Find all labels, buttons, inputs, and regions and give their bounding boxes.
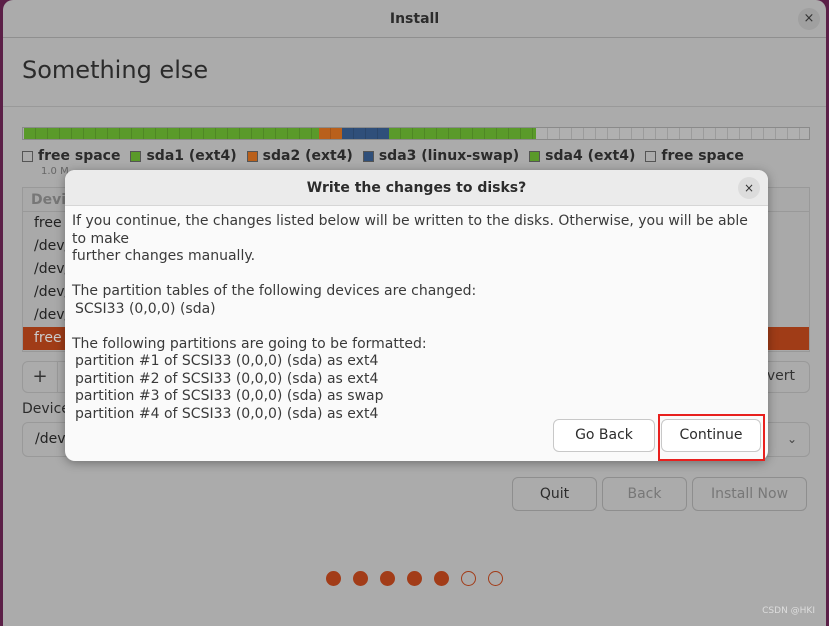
progress-dot bbox=[407, 571, 422, 586]
progress-dot bbox=[326, 571, 341, 586]
format-item: partition #1 of SCSI33 (0,0,0) (sda) as … bbox=[75, 353, 379, 369]
highlight-box bbox=[658, 414, 765, 461]
partition-segment bbox=[342, 128, 390, 139]
legend-label: sda3 (linux-swap) bbox=[378, 148, 520, 164]
legend-label: free space bbox=[38, 148, 121, 164]
progress-dot bbox=[461, 571, 476, 586]
legend-label: free space bbox=[661, 148, 744, 164]
legend-swatch bbox=[22, 150, 33, 162]
legend-item: free space bbox=[22, 148, 120, 164]
page-title: Something else bbox=[22, 56, 209, 84]
close-icon[interactable]: × bbox=[798, 8, 820, 30]
dialog-intro-cont: further changes manually. bbox=[72, 248, 256, 264]
progress-dot bbox=[353, 571, 368, 586]
legend-swatch bbox=[246, 150, 258, 162]
dialog-intro: If you continue, the changes listed belo… bbox=[72, 213, 748, 247]
progress-dot bbox=[380, 571, 395, 586]
quit-button[interactable]: Quit bbox=[512, 477, 597, 511]
legend-label: sda4 (ext4) bbox=[545, 148, 636, 164]
partition-segment bbox=[536, 128, 809, 139]
divider bbox=[3, 106, 826, 107]
back-button[interactable]: Back bbox=[602, 477, 687, 511]
progress-dot bbox=[488, 571, 503, 586]
partition-bar bbox=[22, 127, 810, 140]
legend-item: sda1 (ext4) bbox=[130, 148, 237, 164]
progress-dot bbox=[434, 571, 449, 586]
legend-item: sda3 (linux-swap) bbox=[362, 148, 520, 164]
partition-legend: free space sda1 (ext4) sda2 (ext4) sda3 (li… bbox=[22, 148, 744, 164]
install-now-button[interactable]: Install Now bbox=[692, 477, 807, 511]
format-item: partition #2 of SCSI33 (0,0,0) (sda) as … bbox=[75, 370, 379, 387]
legend-item: free space bbox=[645, 148, 744, 164]
table-item: SCSI33 (0,0,0) (sda) bbox=[75, 300, 216, 317]
legend-swatch bbox=[362, 150, 374, 162]
boot-device-label: Device bbox=[22, 401, 70, 417]
dialog-body: If you continue, the changes listed belo… bbox=[72, 213, 762, 423]
close-icon[interactable]: × bbox=[738, 177, 760, 199]
legend-swatch bbox=[645, 150, 657, 162]
legend-item: sda4 (ext4) bbox=[529, 148, 635, 164]
add-partition-button[interactable]: + bbox=[23, 362, 58, 392]
legend-label: sda2 (ext4) bbox=[262, 148, 353, 164]
partition-segment bbox=[319, 128, 343, 139]
tables-heading: The partition tables of the following de… bbox=[72, 283, 477, 299]
progress-dots bbox=[326, 571, 503, 586]
window-title: Install bbox=[389, 11, 440, 27]
revert-button[interactable]: vert bbox=[767, 368, 795, 384]
chevron-down-icon: ⌄ bbox=[786, 432, 797, 446]
partition-segment bbox=[389, 128, 537, 139]
partition-segment bbox=[23, 128, 320, 139]
go-back-button[interactable]: Go Back bbox=[553, 419, 655, 452]
watermark: CSDN @HKI bbox=[762, 606, 815, 616]
partition-size: 1.0 M bbox=[41, 166, 69, 177]
legend-item: sda2 (ext4) bbox=[246, 148, 353, 164]
dialog-title: Write the changes to disks? bbox=[65, 170, 768, 206]
format-heading: The following partitions are going to be… bbox=[72, 335, 427, 352]
legend-swatch bbox=[529, 150, 541, 162]
title-bar: Install × bbox=[3, 0, 826, 38]
format-item: partition #3 of SCSI33 (0,0,0) (sda) as … bbox=[75, 388, 384, 404]
legend-swatch bbox=[130, 150, 142, 162]
legend-label: sda1 (ext4) bbox=[146, 148, 237, 164]
